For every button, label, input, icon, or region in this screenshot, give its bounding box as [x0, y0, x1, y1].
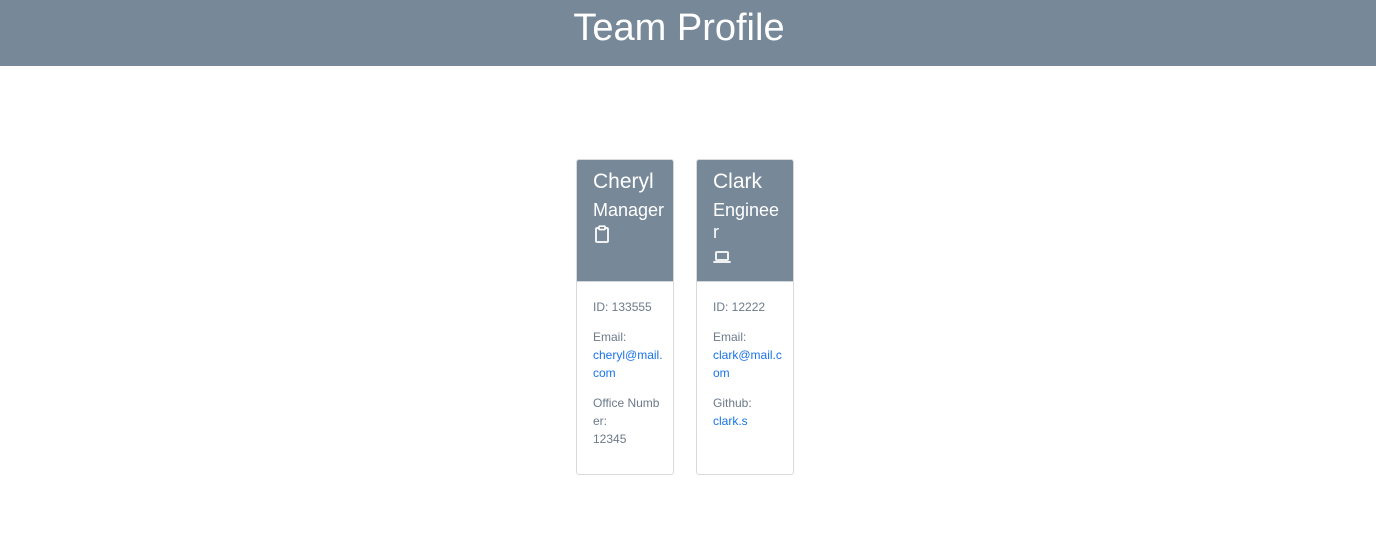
office-number-field: Office Number: 12345 — [593, 394, 663, 448]
email-link[interactable]: cheryl@mail.com — [593, 346, 663, 382]
employee-email-field: Email: cheryl@mail.com — [593, 328, 663, 382]
employee-id: ID: 133555 — [593, 300, 652, 314]
page-header: Team Profile — [0, 0, 1376, 66]
employee-email-field: Email: clark@mail.com — [713, 328, 783, 382]
employee-role: Engineer — [713, 200, 780, 242]
github-label: Github: — [713, 396, 752, 410]
employee-role: Manager — [593, 200, 665, 220]
employee-id: ID: 12222 — [713, 300, 766, 314]
employee-name: Clark — [713, 170, 763, 193]
clipboard-icon — [595, 225, 609, 243]
employee-card-engineer: Clark Engineer ID: 12222 Email: clark@ma… — [696, 159, 794, 475]
card-header: Clark Engineer — [697, 160, 793, 282]
page-title: Team Profile — [573, 7, 785, 49]
card-body: ID: 133555 Email: cheryl@mail.com Office… — [577, 282, 673, 448]
card-body: ID: 12222 Email: clark@mail.com Github: … — [697, 282, 793, 430]
github-field: Github: clark.s — [713, 394, 783, 430]
email-link[interactable]: clark@mail.com — [713, 346, 783, 382]
office-number-value: 12345 — [593, 432, 627, 446]
employee-card-manager: Cheryl Manager ID: 133555 Email: cheryl@… — [576, 159, 674, 475]
office-number-label: Office Number: — [593, 396, 660, 428]
team-card-list: Cheryl Manager ID: 133555 Email: cheryl@… — [576, 159, 794, 475]
employee-name: Cheryl — [593, 170, 654, 193]
email-label: Email: — [593, 330, 627, 344]
laptop-icon — [713, 251, 731, 263]
card-header: Cheryl Manager — [577, 160, 673, 282]
email-label: Email: — [713, 330, 747, 344]
github-link[interactable]: clark.s — [713, 412, 783, 430]
